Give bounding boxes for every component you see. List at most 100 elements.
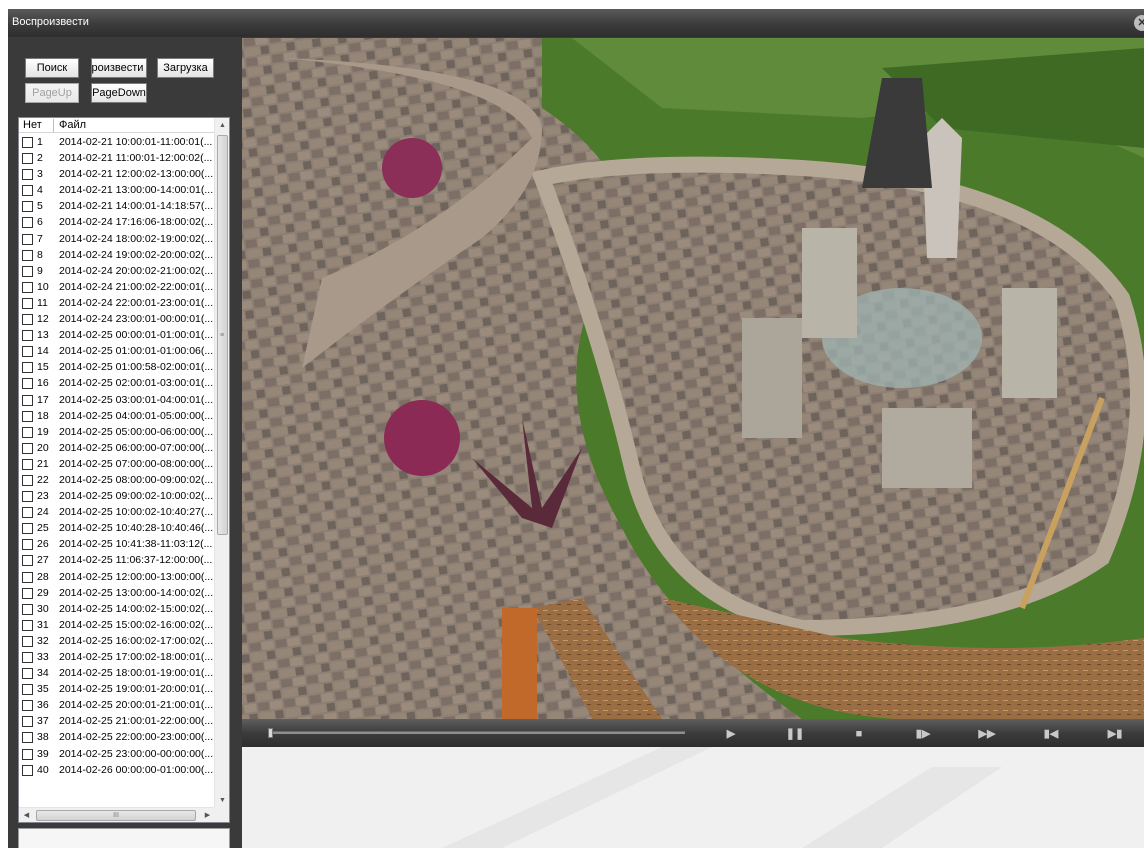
row-checkbox[interactable] [22,764,33,776]
download-button[interactable]: Загрузка [157,58,214,78]
list-item[interactable]: 29 2014-02-25 13:00:00-14:00:02(... [19,585,215,601]
row-checkbox[interactable] [22,249,33,261]
row-checkbox[interactable] [22,297,33,309]
list-item[interactable]: 21 2014-02-25 07:00:00-08:00:00(... [19,456,215,472]
list-item[interactable]: 35 2014-02-25 19:00:01-20:00:01(... [19,681,215,697]
list-item[interactable]: 25 2014-02-25 10:40:28-10:40:46(... [19,520,215,536]
list-item[interactable]: 12 2014-02-24 23:00:01-00:00:01(... [19,311,215,327]
search-button[interactable]: Поиск [25,58,79,78]
row-checkbox[interactable] [22,378,33,390]
row-checkbox[interactable] [22,539,33,551]
pause-button[interactable]: ❚❚ [784,725,806,743]
horizontal-scroll-thumb[interactable]: III [36,810,196,821]
row-checkbox[interactable] [22,185,33,197]
list-item[interactable]: 16 2014-02-25 02:00:01-03:00:01(... [19,375,215,391]
row-checkbox[interactable] [22,619,33,631]
list-item[interactable]: 39 2014-02-25 23:00:00-00:00:00(... [19,746,215,762]
row-checkbox[interactable] [22,233,33,245]
row-checkbox[interactable] [22,394,33,406]
row-checkbox[interactable] [22,587,33,599]
list-item[interactable]: 17 2014-02-25 03:00:01-04:00:01(... [19,392,215,408]
row-checkbox[interactable] [22,314,33,326]
scroll-right-icon[interactable]: ▶ [200,808,215,822]
play-button[interactable]: ▶ [720,725,742,743]
list-item[interactable]: 8 2014-02-24 19:00:02-20:00:02(... [19,247,215,263]
row-checkbox[interactable] [22,635,33,647]
list-item[interactable]: 11 2014-02-24 22:00:01-23:00:01(... [19,295,215,311]
list-item[interactable]: 20 2014-02-25 06:00:00-07:00:00(... [19,440,215,456]
close-icon[interactable]: ✕ [1134,15,1144,31]
row-checkbox[interactable] [22,571,33,583]
row-checkbox[interactable] [22,700,33,712]
list-item[interactable]: 7 2014-02-24 18:00:02-19:00:02(... [19,231,215,247]
row-checkbox[interactable] [22,716,33,728]
video-display[interactable] [242,38,1144,719]
row-checkbox[interactable] [22,281,33,293]
seek-thumb[interactable] [268,728,273,738]
row-checkbox[interactable] [22,362,33,374]
column-divider[interactable] [53,119,54,132]
row-checkbox[interactable] [22,410,33,422]
scroll-down-icon[interactable]: ▼ [215,793,229,808]
row-checkbox[interactable] [22,442,33,454]
seek-bar[interactable] [268,728,685,738]
row-checkbox[interactable] [22,265,33,277]
row-checkbox[interactable] [22,346,33,358]
list-item[interactable]: 15 2014-02-25 01:00:58-02:00:01(... [19,359,215,375]
row-checkbox[interactable] [22,153,33,165]
list-item[interactable]: 32 2014-02-25 16:00:02-17:00:02(... [19,633,215,649]
horizontal-scrollbar[interactable]: ◀ III ▶ [19,807,215,822]
list-item[interactable]: 14 2014-02-25 01:00:01-01:00:06(... [19,343,215,359]
row-checkbox[interactable] [22,474,33,486]
list-item[interactable]: 1 2014-02-21 10:00:01-11:00:01(... [19,134,215,150]
row-checkbox[interactable] [22,555,33,567]
list-item[interactable]: 10 2014-02-24 21:00:02-22:00:01(... [19,279,215,295]
list-item[interactable]: 22 2014-02-25 08:00:00-09:00:02(... [19,472,215,488]
column-header-number[interactable]: Нет [19,118,53,133]
list-item[interactable]: 40 2014-02-26 00:00:00-01:00:00(... [19,762,215,778]
list-item[interactable]: 28 2014-02-25 12:00:00-13:00:00(... [19,569,215,585]
list-item[interactable]: 30 2014-02-25 14:00:02-15:00:02(... [19,601,215,617]
row-checkbox[interactable] [22,169,33,181]
step-frame-button[interactable]: ▮▶ [912,725,934,743]
row-checkbox[interactable] [22,330,33,342]
scroll-up-icon[interactable]: ▲ [215,118,229,133]
vertical-scrollbar[interactable]: ▲ ≡ ▼ [214,118,229,808]
column-header-file[interactable]: Файл [55,118,205,133]
list-item[interactable]: 2 2014-02-21 11:00:01-12:00:02(... [19,150,215,166]
stop-button[interactable]: ■ [848,725,870,743]
play-file-button[interactable]: Воспроизвести [91,58,147,78]
row-checkbox[interactable] [22,426,33,438]
row-checkbox[interactable] [22,652,33,663]
list-item[interactable]: 36 2014-02-25 20:00:01-21:00:01(... [19,697,215,713]
list-item[interactable]: 13 2014-02-25 00:00:01-01:00:01(... [19,327,215,343]
list-item[interactable]: 38 2014-02-25 22:00:00-23:00:00(... [19,729,215,745]
list-item[interactable]: 31 2014-02-25 15:00:02-16:00:02(... [19,617,215,633]
next-button[interactable]: ▶▮ [1104,725,1126,743]
list-item[interactable]: 9 2014-02-24 20:00:02-21:00:02(... [19,263,215,279]
list-item[interactable]: 34 2014-02-25 18:00:01-19:00:01(... [19,665,215,681]
vertical-scroll-thumb[interactable]: ≡ [217,135,228,535]
row-checkbox[interactable] [22,507,33,519]
list-item[interactable]: 37 2014-02-25 21:00:01-22:00:00(... [19,713,215,729]
list-item[interactable]: 5 2014-02-21 14:00:01-14:18:57(... [19,198,215,214]
row-checkbox[interactable] [22,491,33,503]
row-checkbox[interactable] [22,201,33,213]
row-checkbox[interactable] [22,458,33,470]
file-list[interactable]: Нет Файл 1 2014-02-21 10:00:01-11:00:01(.… [18,117,230,823]
list-item[interactable]: 24 2014-02-25 10:00:02-10:40:27(... [19,504,215,520]
list-item[interactable]: 27 2014-02-25 11:06:37-12:00:00(... [19,552,215,568]
list-item[interactable]: 4 2014-02-21 13:00:00-14:00:01(... [19,182,215,198]
row-checkbox[interactable] [22,684,33,696]
row-checkbox[interactable] [22,603,33,615]
list-item[interactable]: 33 2014-02-25 17:00:02-18:00:01(... [19,649,215,665]
list-item[interactable]: 3 2014-02-21 12:00:02-13:00:00(... [19,166,215,182]
scroll-left-icon[interactable]: ◀ [19,808,34,822]
row-checkbox[interactable] [22,748,33,760]
list-item[interactable]: 6 2014-02-24 17:16:06-18:00:02(... [19,214,215,230]
page-down-button[interactable]: PageDown [91,83,147,103]
list-item[interactable]: 26 2014-02-25 10:41:38-11:03:12(... [19,536,215,552]
row-checkbox[interactable] [22,668,33,680]
previous-button[interactable]: ▮◀ [1040,725,1062,743]
list-item[interactable]: 23 2014-02-25 09:00:02-10:00:02(... [19,488,215,504]
